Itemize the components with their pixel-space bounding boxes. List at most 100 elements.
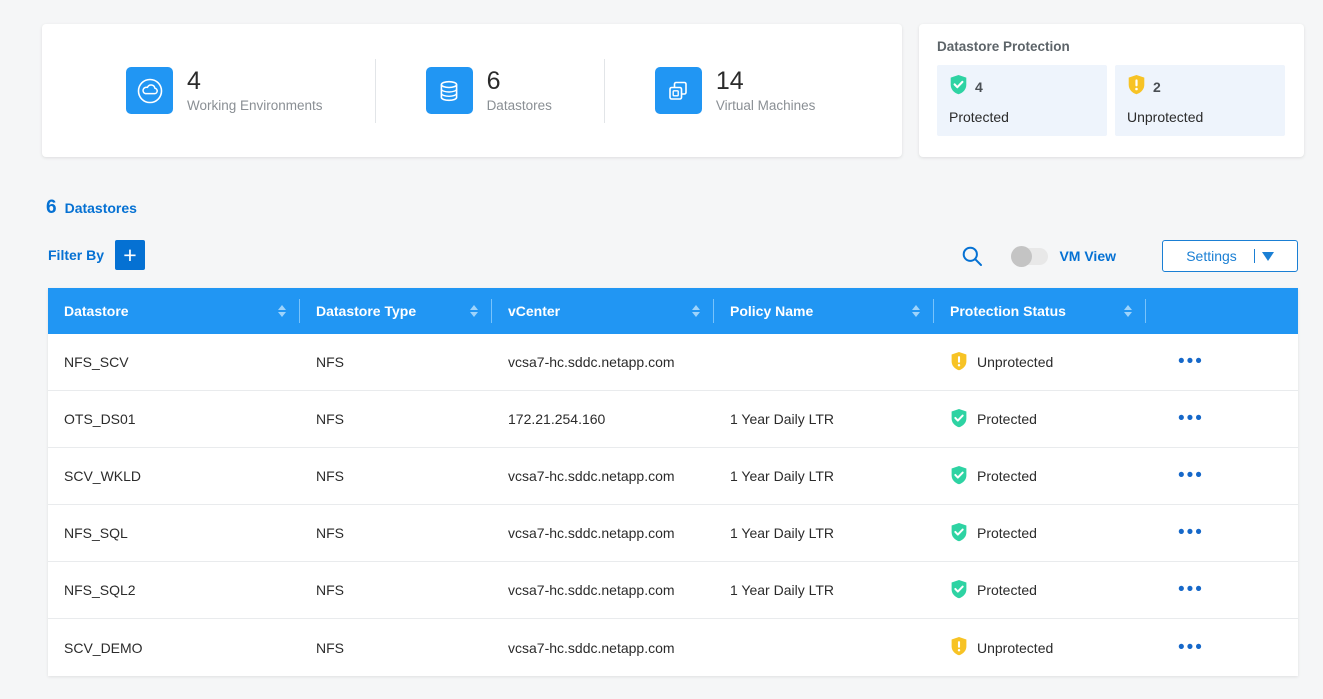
table-row[interactable]: OTS_DS01NFS172.21.254.1601 Year Daily LT… [48,391,1298,448]
settings-dropdown-toggle[interactable] [1254,249,1274,263]
cell-protection-status: Unprotected [934,334,1146,391]
sort-icon[interactable] [692,305,700,317]
filter-bar: Filter By + [48,240,145,270]
search-icon[interactable] [961,245,983,267]
cell-vcenter: 172.21.254.160 [492,391,714,448]
table-row[interactable]: SCV_WKLDNFSvcsa7-hc.sddc.netapp.com1 Yea… [48,448,1298,505]
status-text: Unprotected [977,354,1053,370]
datastores-table: Datastore Datastore Type vCenter Policy … [48,288,1298,676]
section-count: 6 [46,197,57,219]
column-header-policy-name[interactable]: Policy Name [714,288,934,334]
row-actions-button[interactable]: ••• [1162,357,1204,367]
cell-protection-status: Protected [934,391,1146,448]
sort-icon[interactable] [912,305,920,317]
stat-label: Working Environments [187,98,323,113]
vm-view-toggle[interactable] [1011,248,1048,265]
table-row[interactable]: NFS_SQLNFSvcsa7-hc.sddc.netapp.com1 Year… [48,505,1298,562]
stat-label: Virtual Machines [716,98,816,113]
shield-check-icon [950,579,968,602]
cell-datastore: SCV_DEMO [48,619,300,676]
cell-policy-name: 1 Year Daily LTR [714,391,934,448]
table-header-row: Datastore Datastore Type vCenter Policy … [48,288,1298,334]
unprotected-tile[interactable]: 2 Unprotected [1115,65,1285,136]
column-label: Datastore [64,303,278,319]
cell-vcenter: vcsa7-hc.sddc.netapp.com [492,505,714,562]
add-filter-button[interactable]: + [115,240,145,270]
unprotected-label: Unprotected [1127,109,1273,125]
cell-vcenter: vcsa7-hc.sddc.netapp.com [492,334,714,391]
cell-vcenter: vcsa7-hc.sddc.netapp.com [492,448,714,505]
column-header-vcenter[interactable]: vCenter [492,288,714,334]
cell-datastore-type: NFS [300,391,492,448]
plus-icon: + [123,244,136,267]
shield-check-icon [949,74,968,100]
cell-policy-name [714,334,934,391]
cell-protection-status: Protected [934,505,1146,562]
row-actions-button[interactable]: ••• [1162,528,1204,538]
shield-warning-icon [950,636,968,659]
sort-icon[interactable] [470,305,478,317]
shield-check-icon [950,522,968,545]
column-header-actions [1146,288,1298,334]
cell-policy-name: 1 Year Daily LTR [714,505,934,562]
cell-policy-name: 1 Year Daily LTR [714,448,934,505]
row-actions-button[interactable]: ••• [1162,643,1204,653]
cell-datastore: NFS_SCV [48,334,300,391]
column-header-datastore[interactable]: Datastore [48,288,300,334]
stat-divider [375,59,376,123]
cell-vcenter: vcsa7-hc.sddc.netapp.com [492,619,714,676]
cell-actions: ••• [1146,448,1298,505]
filter-by-label: Filter By [48,247,104,263]
table-row[interactable]: NFS_SCVNFSvcsa7-hc.sddc.netapp.com Unprot… [48,334,1298,391]
row-actions-button[interactable]: ••• [1162,471,1204,481]
cell-actions: ••• [1146,505,1298,562]
status-text: Protected [977,411,1037,427]
virtual-machine-icon [655,67,702,114]
section-title: Datastores [65,200,137,216]
status-text: Unprotected [977,640,1053,656]
column-header-protection-status[interactable]: Protection Status [934,288,1146,334]
stat-count: 14 [716,69,816,94]
column-header-datastore-type[interactable]: Datastore Type [300,288,492,334]
cell-protection-status: Unprotected [934,619,1146,676]
sort-icon[interactable] [278,305,286,317]
sort-icon[interactable] [1124,305,1132,317]
column-label: Policy Name [730,303,912,319]
stat-working-environments: 4 Working Environments [126,67,323,114]
cell-datastore-type: NFS [300,448,492,505]
row-actions-button[interactable]: ••• [1162,585,1204,595]
cell-actions: ••• [1146,562,1298,619]
row-actions-button[interactable]: ••• [1162,414,1204,424]
cloud-circle-icon [126,67,173,114]
cell-vcenter: vcsa7-hc.sddc.netapp.com [492,562,714,619]
table-row[interactable]: NFS_SQL2NFSvcsa7-hc.sddc.netapp.com1 Yea… [48,562,1298,619]
column-label: Datastore Type [316,303,470,319]
database-icon [426,67,473,114]
shield-check-icon [950,408,968,431]
protected-tile[interactable]: 4 Protected [937,65,1107,136]
settings-label: Settings [1186,248,1237,264]
protected-label: Protected [949,109,1095,125]
cell-datastore: OTS_DS01 [48,391,300,448]
section-heading: 6 Datastores [46,197,137,219]
status-text: Protected [977,582,1037,598]
cell-datastore: NFS_SQL2 [48,562,300,619]
stat-datastores: 6 Datastores [426,67,552,114]
cell-policy-name: 1 Year Daily LTR [714,562,934,619]
protected-count: 4 [975,79,983,95]
settings-divider [1254,249,1255,263]
cell-datastore: NFS_SQL [48,505,300,562]
table-row[interactable]: SCV_DEMONFSvcsa7-hc.sddc.netapp.comUnpro… [48,619,1298,676]
table-body: NFS_SCVNFSvcsa7-hc.sddc.netapp.comUnprot… [48,334,1298,676]
cell-actions: ••• [1146,334,1298,391]
summary-card: 4 Working Environments 6 Datastores [42,24,902,157]
settings-button[interactable]: Settings [1162,240,1298,272]
shield-warning-icon [1127,74,1146,100]
cell-datastore: SCV_WKLD [48,448,300,505]
shield-check-icon [950,465,968,488]
shield-warning-icon [950,351,968,374]
stat-label: Datastores [487,98,552,113]
column-label: Protection Status [950,303,1124,319]
cell-datastore-type: NFS [300,334,492,391]
toggle-knob [1011,246,1032,267]
